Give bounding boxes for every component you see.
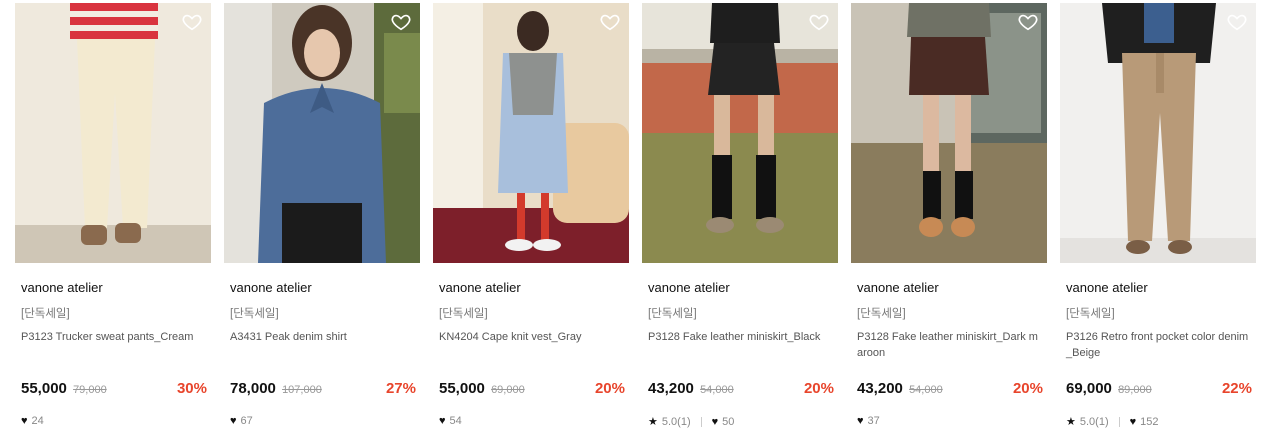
product-meta: ★ 5.0(1) ♥ 152 bbox=[1066, 415, 1159, 429]
original-price: 54,000 bbox=[700, 384, 734, 396]
rating: 5.0(1) bbox=[1079, 415, 1109, 428]
product-image[interactable] bbox=[15, 3, 211, 263]
heart-icon: ♥ bbox=[711, 415, 719, 428]
sale-price: 43,200 bbox=[857, 380, 903, 397]
brand-name[interactable]: vanone atelier bbox=[648, 280, 730, 295]
discount-rate: 22% bbox=[1221, 380, 1252, 397]
sale-price: 69,000 bbox=[1066, 380, 1112, 397]
like-count: 152 bbox=[1140, 415, 1159, 428]
star-icon: ★ bbox=[1066, 416, 1076, 428]
product-name[interactable]: A3431 Peak denim shirt bbox=[230, 329, 416, 345]
product-name[interactable]: P3128 Fake leather miniskirt_Black bbox=[648, 329, 834, 345]
sale-price: 55,000 bbox=[21, 380, 67, 397]
sale-tag: [단독세일] bbox=[1066, 308, 1115, 320]
heart-outline-icon[interactable] bbox=[390, 11, 412, 33]
heart-icon: ♥ bbox=[230, 415, 237, 427]
product-image[interactable] bbox=[433, 3, 629, 263]
product-meta: ♥ 54 bbox=[439, 415, 462, 427]
brand-name[interactable]: vanone atelier bbox=[439, 280, 521, 295]
sale-tag: [단독세일] bbox=[21, 308, 70, 320]
sale-price: 43,200 bbox=[648, 380, 694, 397]
product-card[interactable]: vanone atelier [단독세일] KN4204 Cape knit v… bbox=[433, 3, 629, 443]
sale-tag: [단독세일] bbox=[857, 308, 906, 320]
product-grid: vanone atelier [단독세일] P3123 Trucker swea… bbox=[0, 0, 1261, 448]
product-image[interactable] bbox=[1060, 3, 1256, 263]
discount-rate: 20% bbox=[594, 380, 625, 397]
product-name[interactable]: P3128 Fake leather miniskirt_Dark maroon bbox=[857, 329, 1043, 361]
like-count: 67 bbox=[240, 415, 253, 427]
heart-outline-icon[interactable] bbox=[181, 11, 203, 33]
price: 69,000 89,000 bbox=[1066, 380, 1152, 397]
original-price: 89,000 bbox=[1118, 384, 1152, 396]
sale-tag: [단독세일] bbox=[648, 308, 697, 320]
product-name[interactable]: KN4204 Cape knit vest_Gray bbox=[439, 329, 625, 345]
product-card[interactable]: vanone atelier [단독세일] P3123 Trucker swea… bbox=[15, 3, 211, 443]
product-meta: ★ 5.0(1) ♥ 50 bbox=[648, 415, 735, 429]
discount-rate: 20% bbox=[803, 380, 834, 397]
divider bbox=[1118, 416, 1120, 427]
heart-outline-icon[interactable] bbox=[1226, 11, 1248, 33]
heart-icon: ♥ bbox=[857, 415, 864, 427]
product-meta: ♥ 37 bbox=[857, 415, 880, 427]
heart-outline-icon[interactable] bbox=[599, 11, 621, 33]
sale-price: 78,000 bbox=[230, 380, 276, 397]
product-name[interactable]: P3126 Retro front pocket color denim_Bei… bbox=[1066, 329, 1252, 361]
original-price: 79,000 bbox=[73, 384, 107, 396]
product-card[interactable]: vanone atelier [단독세일] P3128 Fake leather… bbox=[851, 3, 1047, 443]
brand-name[interactable]: vanone atelier bbox=[857, 280, 939, 295]
heart-icon: ♥ bbox=[1129, 415, 1137, 428]
original-price: 54,000 bbox=[909, 384, 943, 396]
heart-outline-icon[interactable] bbox=[1017, 11, 1039, 33]
heart-icon: ♥ bbox=[439, 415, 446, 427]
discount-rate: 30% bbox=[176, 380, 207, 397]
product-card[interactable]: vanone atelier [단독세일] P3126 Retro front … bbox=[1060, 3, 1256, 443]
like-count: 54 bbox=[449, 415, 462, 427]
price: 78,000 107,000 bbox=[230, 380, 322, 397]
price: 55,000 69,000 bbox=[439, 380, 525, 397]
heart-outline-icon[interactable] bbox=[808, 11, 830, 33]
price: 55,000 79,000 bbox=[21, 380, 107, 397]
heart-icon: ♥ bbox=[21, 415, 28, 427]
brand-name[interactable]: vanone atelier bbox=[230, 280, 312, 295]
discount-rate: 20% bbox=[1012, 380, 1043, 397]
discount-rate: 27% bbox=[385, 380, 416, 397]
price: 43,200 54,000 bbox=[857, 380, 943, 397]
like-count: 24 bbox=[31, 415, 44, 427]
product-card[interactable]: vanone atelier [단독세일] A3431 Peak denim s… bbox=[224, 3, 420, 443]
price: 43,200 54,000 bbox=[648, 380, 734, 397]
divider bbox=[700, 416, 702, 427]
like-count: 37 bbox=[867, 415, 880, 427]
sale-price: 55,000 bbox=[439, 380, 485, 397]
product-name[interactable]: P3123 Trucker sweat pants_Cream bbox=[21, 329, 207, 345]
product-card[interactable]: vanone atelier [단독세일] P3128 Fake leather… bbox=[642, 3, 838, 443]
product-image[interactable] bbox=[851, 3, 1047, 263]
original-price: 69,000 bbox=[491, 384, 525, 396]
brand-name[interactable]: vanone atelier bbox=[1066, 280, 1148, 295]
product-meta: ♥ 67 bbox=[230, 415, 253, 427]
product-image[interactable] bbox=[224, 3, 420, 263]
sale-tag: [단독세일] bbox=[230, 308, 279, 320]
product-meta: ♥ 24 bbox=[21, 415, 44, 427]
sale-tag: [단독세일] bbox=[439, 308, 488, 320]
rating: 5.0(1) bbox=[661, 415, 691, 428]
like-count: 50 bbox=[722, 415, 735, 428]
product-image[interactable] bbox=[642, 3, 838, 263]
brand-name[interactable]: vanone atelier bbox=[21, 280, 103, 295]
original-price: 107,000 bbox=[282, 384, 322, 396]
star-icon: ★ bbox=[648, 416, 658, 428]
